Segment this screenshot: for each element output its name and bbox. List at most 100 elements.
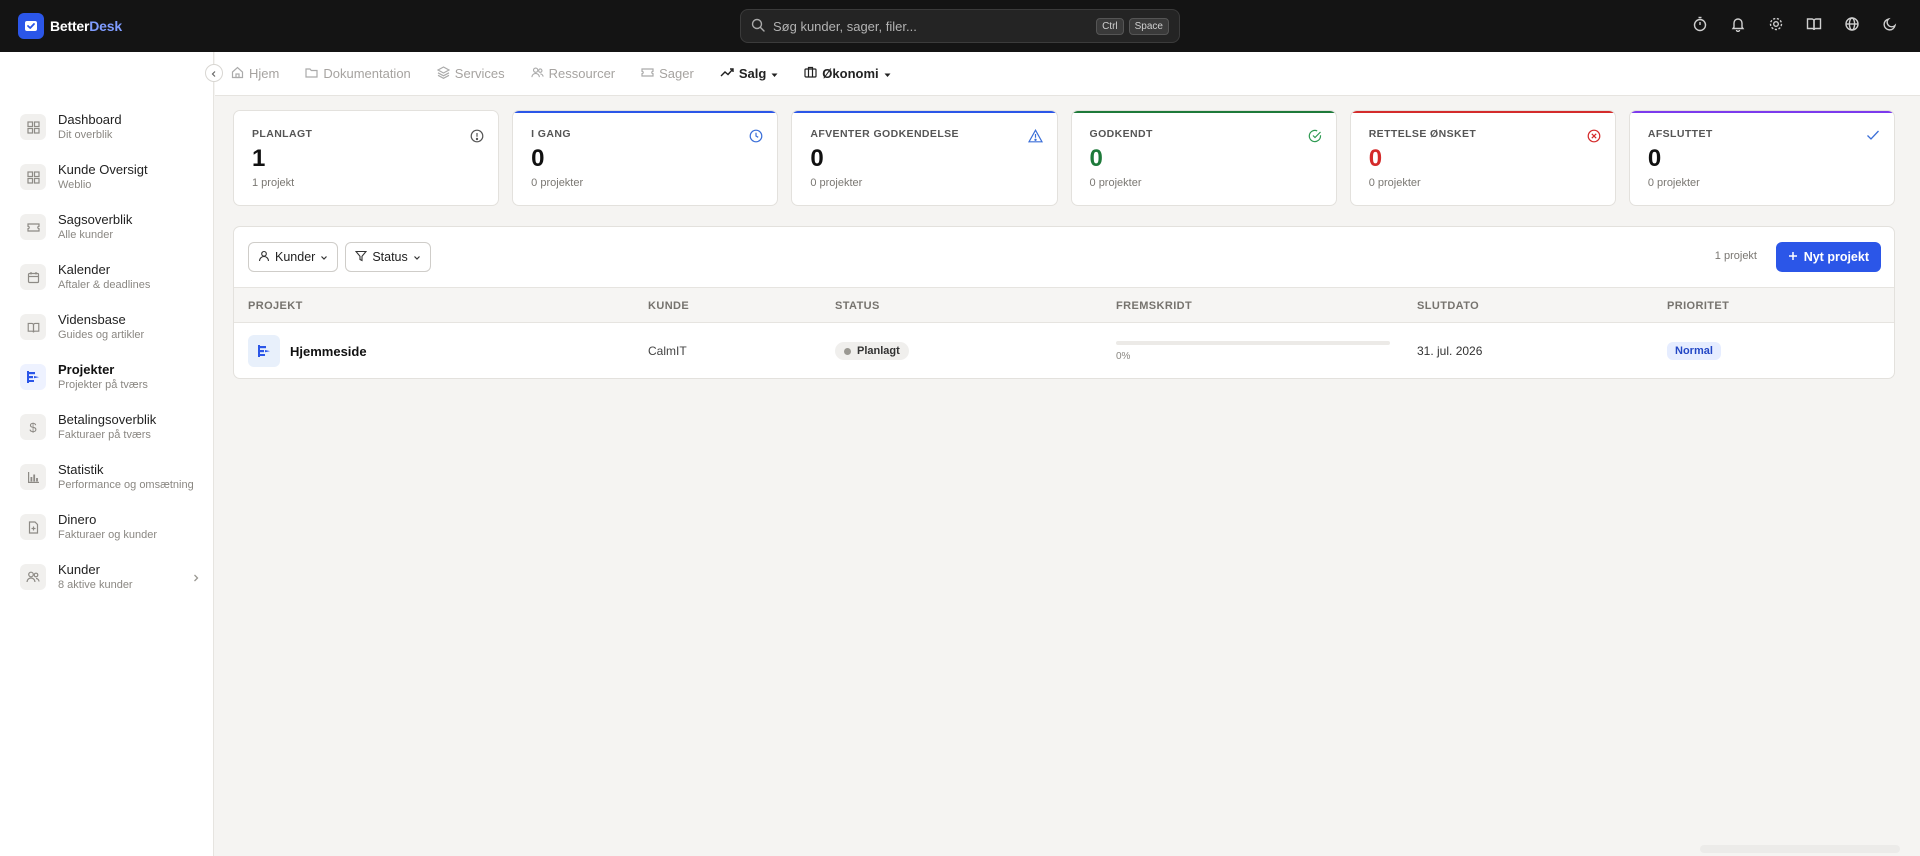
sidebar-item-label: Statistik — [58, 462, 104, 477]
moon-icon[interactable] — [1880, 14, 1900, 34]
column-header-kunde[interactable]: Kunde — [648, 300, 689, 312]
new-project-button[interactable]: Nyt projekt — [1775, 242, 1881, 272]
subnav-item-okonomi[interactable]: Økonomi — [804, 66, 891, 81]
horizontal-scrollbar[interactable] — [1700, 845, 1900, 853]
sidebar-item-projekter[interactable]: Projekter Projekter på tværs — [20, 352, 200, 402]
search-icon — [751, 18, 765, 35]
bar-chart-icon — [20, 464, 46, 490]
sidebar-item-vidensbase[interactable]: Vidensbase Guides og artikler — [20, 302, 200, 352]
clock-icon — [749, 129, 763, 146]
project-icon — [20, 364, 46, 390]
column-header-slutdato[interactable]: Slutdato — [1417, 300, 1479, 312]
caret-down-icon — [884, 66, 891, 81]
sidebar-item-statistik[interactable]: Statistik Performance og omsætning — [20, 452, 200, 502]
top-icon-bar — [1690, 14, 1900, 34]
grid-icon — [20, 164, 46, 190]
table-toolbar: Kunder Status 1 projekt Nyt projekt — [234, 227, 1894, 287]
plus-icon — [1788, 250, 1798, 264]
stat-card-rettelse-onsket[interactable]: Rettelse ønsket 0 0 projekter — [1349, 110, 1616, 206]
progress-text: 0% — [1116, 350, 1131, 362]
search-input[interactable] — [773, 18, 1092, 34]
folder-icon — [305, 66, 318, 82]
cell-priority: Normal — [1667, 323, 1721, 378]
subnav-item-salg[interactable]: Salg — [720, 66, 778, 81]
stat-card-afsluttet[interactable]: Afsluttet 0 0 projekter — [1628, 110, 1896, 206]
sidebar-item-label: Dinero — [58, 512, 97, 527]
subnav-item-hjem[interactable]: Hjem — [231, 66, 279, 82]
global-search[interactable]: Ctrl Space — [740, 9, 1180, 43]
card-accent — [234, 111, 499, 113]
sidebar-item-kalender[interactable]: Kalender Aftaler & deadlines — [20, 252, 200, 302]
cell-customer: CalmIT — [648, 323, 687, 378]
chevron-down-icon — [320, 250, 328, 264]
cell-progress: 0% — [1116, 323, 1390, 378]
status-dot — [844, 347, 851, 355]
user-icon — [258, 250, 270, 265]
status-cards: Planlagt 1 1 projekt I gang 0 0 projekte… — [233, 110, 1896, 206]
logo[interactable]: BetterDesk — [18, 13, 122, 39]
bell-icon[interactable] — [1728, 14, 1748, 34]
card-sub: 0 projekter — [1647, 177, 1700, 189]
logo-icon — [18, 13, 44, 39]
card-sub: 0 projekter — [810, 177, 863, 189]
sidebar-item-sub: Weblio — [58, 179, 92, 191]
sidebar-item-sub: Performance og omsætning — [58, 479, 194, 491]
card-value: 0 — [1089, 145, 1103, 172]
projects-panel: Kunder Status 1 projekt Nyt projekt Proj… — [233, 226, 1895, 379]
sidebar-item-sagsoverblik[interactable]: Sagsoverblik Alle kunder — [20, 202, 200, 252]
book-icon[interactable] — [1804, 14, 1824, 34]
chevron-down-icon — [413, 250, 421, 264]
calendar-icon — [20, 264, 46, 290]
project-name[interactable]: Hjemmeside — [290, 344, 367, 359]
sidebar-item-kunde-oversigt[interactable]: Kunde Oversigt Weblio — [20, 152, 200, 202]
stat-card-godkendt[interactable]: Godkendt 0 0 projekter — [1070, 110, 1337, 206]
sidebar-item-dashboard[interactable]: Dashboard Dit overblik — [20, 102, 200, 152]
dollar-icon: $ — [20, 414, 46, 440]
sidebar-item-label: Projekter — [58, 362, 115, 377]
chevron-left-icon — [210, 66, 218, 81]
ticket-icon — [641, 66, 654, 82]
subnav-item-sager[interactable]: Sager — [641, 66, 694, 82]
book-icon — [20, 314, 46, 340]
card-accent — [1071, 111, 1336, 113]
stat-card-i-gang[interactable]: I gang 0 0 projekter — [512, 110, 779, 206]
subnav-label: Sager — [659, 66, 694, 81]
card-value: 0 — [1368, 145, 1383, 172]
status-badge: Planlagt — [835, 342, 909, 360]
gear-icon[interactable] — [1766, 14, 1786, 34]
filter-customers-button[interactable]: Kunder — [248, 242, 339, 272]
card-sub: 0 projekter — [1089, 177, 1142, 189]
subnav-item-ressourcer[interactable]: Ressourcer — [531, 66, 615, 82]
sidebar-item-betalingsoverblik[interactable]: $ Betalingsoverblik Fakturaer på tværs — [20, 402, 200, 452]
card-value: 0 — [1647, 145, 1662, 172]
sidebar-item-label: Kunder — [58, 562, 100, 577]
subnav-label: Dokumentation — [323, 66, 411, 81]
chevron-right-icon[interactable] — [192, 571, 200, 586]
filter-status-button[interactable]: Status — [345, 242, 431, 272]
subnav-label: Økonomi — [822, 66, 879, 81]
warning-icon — [1027, 128, 1043, 146]
subnav-item-dokumentation[interactable]: Dokumentation — [305, 66, 411, 82]
column-header-projekt[interactable]: Projekt — [248, 300, 303, 312]
caret-down-icon — [771, 66, 778, 81]
stat-card-planlagt[interactable]: Planlagt 1 1 projekt — [233, 110, 500, 206]
column-header-status[interactable]: Status — [835, 300, 880, 312]
sidebar-item-dinero[interactable]: Dinero Fakturaer og kunder — [20, 502, 200, 552]
card-accent — [513, 111, 778, 113]
globe-icon[interactable] — [1842, 14, 1862, 34]
sidebar-item-kunder[interactable]: Kunder 8 aktive kunder — [20, 552, 200, 602]
table-row[interactable]: Hjemmeside CalmIT Planlagt 0% 31. jul. 2… — [234, 323, 1894, 378]
sidebar-collapse-button[interactable] — [205, 64, 223, 82]
sidebar-item-sub: Aftaler & deadlines — [58, 279, 151, 291]
cell-project: Hjemmeside — [248, 323, 367, 378]
progress-bar — [1116, 340, 1390, 345]
project-count: 1 projekt — [1714, 250, 1757, 262]
subnav-item-services[interactable]: Services — [436, 65, 505, 82]
column-header-prioritet[interactable]: Prioritet — [1667, 300, 1729, 312]
card-title: Rettelse ønsket — [1368, 128, 1477, 140]
timer-icon[interactable] — [1690, 14, 1710, 34]
filter-icon — [355, 250, 368, 265]
stat-card-afventer-godkendelse[interactable]: Afventer godkendelse 0 0 projekter — [791, 110, 1058, 206]
column-header-fremskridt[interactable]: Fremskridt — [1116, 300, 1192, 312]
sidebar-item-label: Dashboard — [58, 112, 122, 127]
